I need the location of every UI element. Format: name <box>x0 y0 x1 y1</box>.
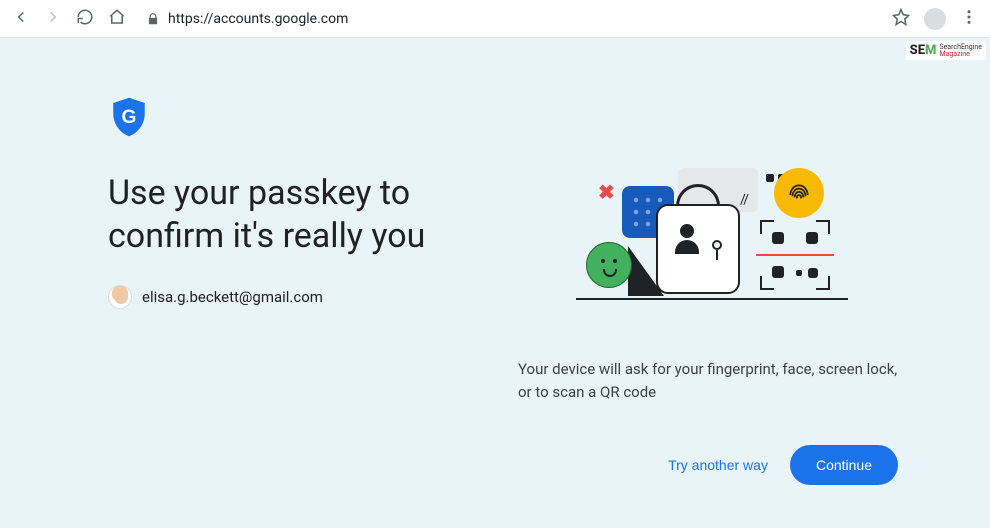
watermark-badge: SEM SearchEngine Magazine <box>906 41 986 60</box>
face-icon <box>586 242 632 288</box>
key-icon <box>712 240 722 260</box>
try-another-way-button[interactable]: Try another way <box>668 457 768 473</box>
account-email: elisa.g.beckett@gmail.com <box>142 288 323 306</box>
svg-text:G: G <box>122 107 137 128</box>
more-icon[interactable] <box>960 8 978 30</box>
url-text: https://accounts.google.com <box>168 11 348 27</box>
browser-address-bar: https://accounts.google.com <box>0 0 990 38</box>
qr-icon <box>760 220 830 290</box>
continue-button[interactable]: Continue <box>790 445 898 485</box>
star-icon[interactable] <box>892 8 910 30</box>
x-icon: ✖ <box>598 180 615 204</box>
passkey-illustration: // ✖ <box>558 168 858 318</box>
page-content: SEM SearchEngine Magazine G Use your pas… <box>0 38 990 528</box>
profile-avatar[interactable] <box>924 8 946 30</box>
person-icon <box>680 224 699 254</box>
instruction-text: Your device will ask for your fingerprin… <box>518 358 898 405</box>
fingerprint-icon <box>774 168 824 218</box>
avatar-icon <box>108 285 132 309</box>
account-chip[interactable]: elisa.g.beckett@gmail.com <box>108 285 425 309</box>
home-icon[interactable] <box>108 8 126 30</box>
back-icon[interactable] <box>12 8 30 30</box>
url-field[interactable]: https://accounts.google.com <box>138 11 880 27</box>
reload-icon[interactable] <box>76 8 94 30</box>
lock-icon <box>146 12 160 26</box>
forward-icon[interactable] <box>44 8 62 30</box>
page-title: Use your passkey to confirm it's really … <box>108 172 425 257</box>
google-shield-icon: G <box>108 96 425 142</box>
